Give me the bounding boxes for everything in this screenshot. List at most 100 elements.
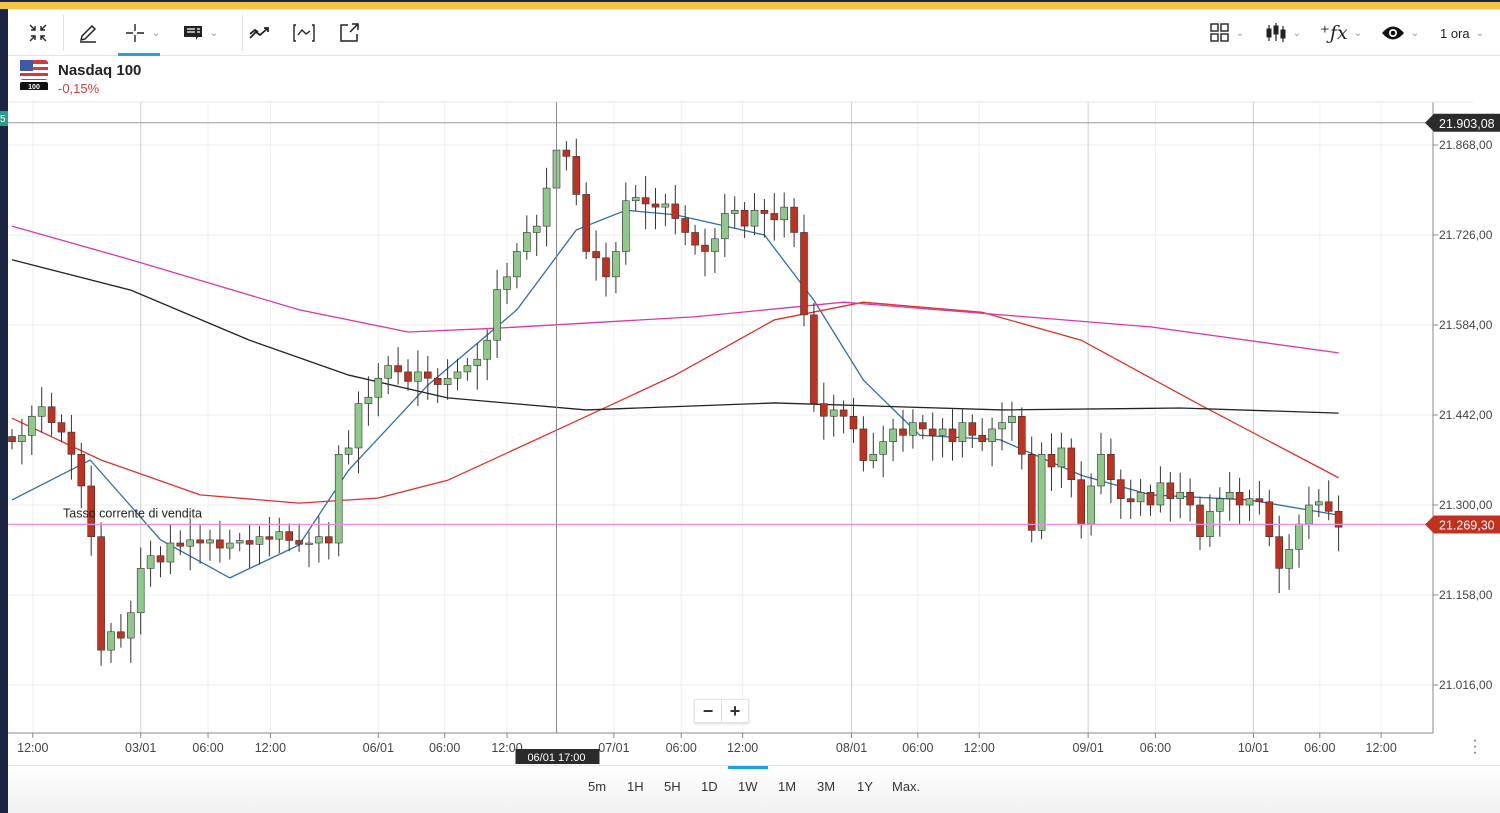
candle-body [186, 539, 194, 547]
candle-body [334, 453, 343, 544]
candle-body [948, 428, 957, 442]
range-button-1m[interactable]: 1M [778, 779, 796, 794]
range-button-1w[interactable]: 1W [738, 779, 758, 794]
range-button-5h[interactable]: 5H [664, 779, 681, 794]
candle-body [344, 447, 353, 455]
more-options-icon[interactable]: · · · [1470, 733, 1480, 761]
range-button-max[interactable]: Max. [892, 779, 920, 794]
zoom-in-button[interactable]: + [722, 700, 748, 722]
candle-body [324, 536, 333, 544]
candle-body [938, 428, 947, 436]
candle-body [988, 428, 996, 442]
active-range-indicator [728, 766, 768, 769]
candle-body [364, 396, 373, 404]
price-chart[interactable]: 21.868,00 21.726,00 21.584,00 21.442,00 21.3… [0, 0, 1500, 765]
left-tag-label: 5 [0, 114, 6, 125]
current-price-caption: Tasso corrente di vendita [63, 506, 202, 520]
candle-body [1315, 501, 1323, 506]
candle-body [621, 200, 630, 252]
range-button-1y[interactable]: 1Y [857, 779, 873, 794]
range-button-1d[interactable]: 1D [701, 779, 718, 794]
candle-body [651, 203, 660, 208]
candle-body [354, 403, 363, 449]
candle-body [819, 403, 828, 417]
candle-body [384, 365, 393, 379]
price-axis-label: 21.726,00 [1439, 228, 1493, 242]
candle-body [503, 276, 511, 290]
candle-body [1047, 453, 1056, 468]
candle-body [97, 536, 105, 651]
candle-body [1186, 492, 1194, 506]
candle-body [800, 232, 808, 316]
candle-body [681, 218, 690, 233]
candle-body [1126, 498, 1135, 503]
candle-body [562, 149, 571, 157]
candle-body [245, 540, 254, 545]
candle-body [67, 431, 76, 455]
candle-body [998, 422, 1006, 430]
candle-body [483, 339, 492, 360]
candle-body [522, 232, 531, 252]
time-axis-label: 06:00 [666, 741, 697, 755]
candle-body [1156, 482, 1165, 506]
zoom-out-button[interactable]: − [695, 700, 722, 722]
candle-body [859, 428, 868, 461]
time-axis-label: 06:00 [1304, 741, 1335, 755]
candle-body [631, 197, 640, 202]
time-axis-label: 06:00 [192, 741, 223, 755]
candle-body [918, 422, 927, 430]
candle-body [1216, 498, 1224, 512]
candle-body [958, 422, 967, 442]
candle-body [374, 377, 383, 398]
candle-body [47, 406, 56, 423]
candle-body [394, 365, 402, 373]
candle-body [691, 232, 699, 246]
candle-body [780, 206, 789, 221]
price-axis-label: 21.300,00 [1439, 498, 1493, 512]
candle-body [1245, 498, 1254, 506]
candle-body [1166, 482, 1175, 499]
candle-body [592, 251, 600, 259]
candle-body [285, 531, 294, 541]
candle-body [107, 631, 115, 651]
candle-body [1225, 492, 1234, 499]
candle-body [305, 542, 313, 545]
candle-body [433, 377, 442, 385]
candle-body [1295, 523, 1303, 550]
candle-body [889, 428, 897, 442]
candle-body [226, 542, 234, 549]
candle-body [57, 422, 66, 433]
candle [334, 445, 343, 557]
price-axis-label: 21.584,00 [1439, 318, 1493, 332]
candle-body [1305, 504, 1313, 525]
time-axis-label: 06:00 [1140, 741, 1171, 755]
candle-body [1176, 492, 1184, 499]
candle-body [423, 371, 432, 379]
candle-body [909, 422, 917, 436]
candle-body [453, 371, 462, 379]
price-axis-label: 21.158,00 [1439, 588, 1493, 602]
candle-body [1146, 492, 1155, 506]
candle-body [1117, 479, 1125, 499]
zoom-control: − + [694, 699, 749, 723]
candle-body [146, 555, 155, 569]
plot-area [8, 102, 1433, 733]
candle-body [1324, 501, 1333, 512]
candle-body [1235, 492, 1244, 506]
range-button-5m[interactable]: 5m [588, 779, 606, 794]
candle-body [136, 568, 145, 614]
candle-body [513, 251, 521, 278]
candle-body [1027, 453, 1036, 531]
range-button-1h[interactable]: 1H [627, 779, 644, 794]
candle-body [1008, 415, 1016, 423]
candle [97, 522, 105, 666]
range-button-3m[interactable]: 3M [817, 779, 835, 794]
candle-body [1037, 453, 1046, 531]
candle-body [770, 213, 779, 221]
candle-body [532, 225, 541, 233]
candle-body [899, 428, 907, 436]
price-axis-label: 21.442,00 [1439, 408, 1493, 422]
candle-body [37, 406, 46, 417]
candle-body [720, 213, 729, 240]
candle-body [473, 358, 482, 366]
